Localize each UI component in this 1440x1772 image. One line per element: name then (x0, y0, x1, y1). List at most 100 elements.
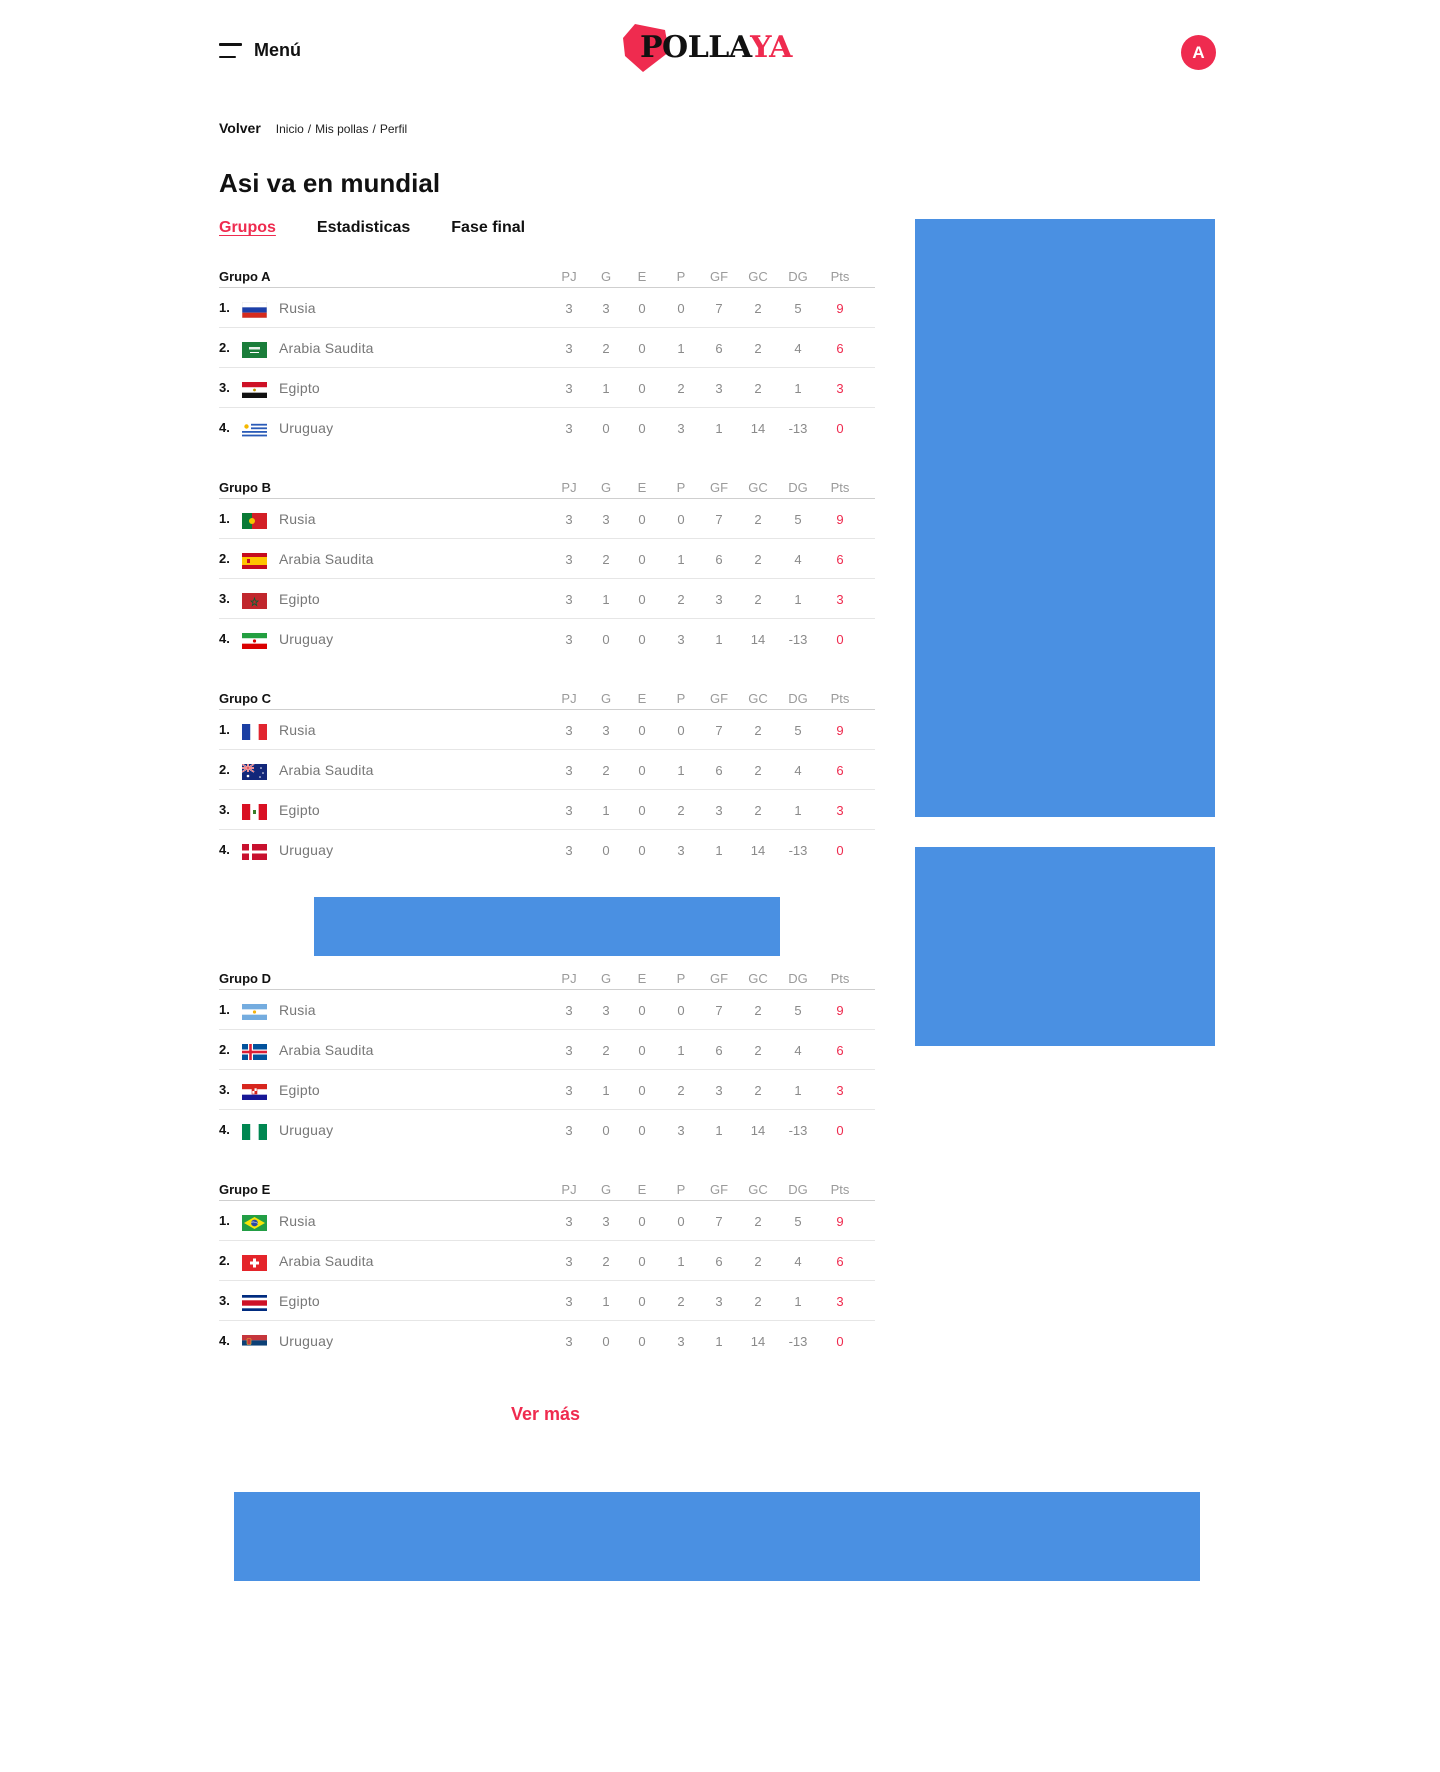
stat-dg: 4 (794, 341, 802, 356)
stat-pts: 0 (836, 1123, 844, 1138)
stat-gc: 2 (754, 301, 762, 316)
column-header-pts: Pts (830, 971, 850, 986)
stat-g: 2 (602, 552, 610, 567)
position-number: 1. (219, 511, 230, 526)
stat-gc: 2 (754, 1083, 762, 1098)
stat-e: 0 (638, 1083, 646, 1098)
table-row[interactable]: 3. Egipto 3 1 0 2 3 2 1 3 (219, 579, 875, 619)
user-avatar[interactable]: A (1181, 35, 1216, 70)
table-row[interactable]: 1. Rusia 3 3 0 0 7 2 5 9 (219, 1201, 875, 1241)
ad-banner-sidebar-bottom[interactable] (915, 847, 1215, 1046)
table-row[interactable]: 2. Arabia Saudita 3 2 0 1 6 2 4 6 (219, 1241, 875, 1281)
stat-g: 0 (602, 1123, 610, 1138)
breadcrumb-perfil[interactable]: Perfil (380, 122, 407, 136)
table-row[interactable]: 4. Uruguay 3 0 0 3 1 14 -13 0 (219, 619, 875, 659)
position-number: 4. (219, 1122, 230, 1137)
table-row[interactable]: 3. Egipto 3 1 0 2 3 2 1 3 (219, 1070, 875, 1110)
stat-pj: 3 (565, 723, 573, 738)
column-header-p: P (676, 480, 686, 495)
table-row[interactable]: 4. Uruguay 3 0 0 3 1 14 -13 0 (219, 1110, 875, 1150)
breadcrumb-mis-pollas[interactable]: Mis pollas (315, 122, 368, 136)
stat-pj: 3 (565, 1334, 573, 1349)
stat-gc: 2 (754, 1254, 762, 1269)
group-table: Grupo D PJ G E P GF GC DG Pts 1. Rusia 3 3 0 0 7 2 5 9 2. Ar… (219, 967, 875, 1150)
stat-dg: 4 (794, 1254, 802, 1269)
stat-g: 3 (602, 301, 610, 316)
team-name: Arabia Saudita (279, 340, 374, 356)
stat-pj: 3 (565, 1254, 573, 1269)
group-table: Grupo A PJ G E P GF GC DG Pts 1. Rusia 3 3 0 0 7 2 5 9 2. Ar… (219, 265, 875, 448)
table-row[interactable]: 4. Uruguay 3 0 0 3 1 14 -13 0 (219, 1321, 875, 1361)
tab-fase-final[interactable]: Fase final (451, 219, 525, 237)
france-flag-icon (242, 724, 267, 740)
logo-wordmark: POLLAYA (640, 32, 792, 64)
stat-e: 0 (638, 1334, 646, 1349)
table-row[interactable]: 3. Egipto 3 1 0 2 3 2 1 3 (219, 790, 875, 830)
back-link[interactable]: Volver (219, 120, 261, 136)
stat-dg: 1 (794, 1294, 802, 1309)
table-row[interactable]: 1. Rusia 3 3 0 0 7 2 5 9 (219, 499, 875, 539)
stat-gc: 2 (754, 1003, 762, 1018)
stat-pj: 3 (565, 1003, 573, 1018)
stat-e: 0 (638, 512, 646, 527)
stat-pj: 3 (565, 552, 573, 567)
stat-pj: 3 (565, 1294, 573, 1309)
stat-dg: 5 (794, 1003, 802, 1018)
team-name: Rusia (279, 722, 316, 738)
table-row[interactable]: 2. Arabia Saudita 3 2 0 1 6 2 4 6 (219, 1030, 875, 1070)
table-row[interactable]: 3. Egipto 3 1 0 2 3 2 1 3 (219, 1281, 875, 1321)
tab-grupos[interactable]: Grupos (219, 219, 276, 237)
stat-p: 0 (677, 723, 685, 738)
stat-dg: 1 (794, 592, 802, 607)
team-name: Rusia (279, 1002, 316, 1018)
menu-label: Menú (254, 40, 301, 60)
stat-e: 0 (638, 1043, 646, 1058)
table-row[interactable]: 2. Arabia Saudita 3 2 0 1 6 2 4 6 (219, 328, 875, 368)
table-row[interactable]: 1. Rusia 3 3 0 0 7 2 5 9 (219, 288, 875, 328)
stat-e: 0 (638, 1123, 646, 1138)
stat-gf: 6 (715, 763, 723, 778)
team-name: Uruguay (279, 1333, 334, 1349)
column-header-p: P (676, 269, 686, 284)
stat-dg: -13 (788, 843, 808, 858)
ad-banner-inline[interactable] (314, 897, 780, 956)
stat-pts: 3 (836, 592, 844, 607)
stat-e: 0 (638, 763, 646, 778)
table-row[interactable]: 4. Uruguay 3 0 0 3 1 14 -13 0 (219, 408, 875, 448)
ad-banner-footer[interactable] (234, 1492, 1200, 1581)
croatia-flag-icon (242, 1084, 267, 1100)
stat-g: 3 (602, 723, 610, 738)
menu-button[interactable]: Menú (219, 40, 301, 61)
column-header-gf: GF (709, 1182, 729, 1197)
column-header-gc: GC (748, 269, 768, 284)
table-row[interactable]: 1. Rusia 3 3 0 0 7 2 5 9 (219, 990, 875, 1030)
ver-mas-link[interactable]: Ver más (511, 1404, 580, 1425)
stat-pts: 9 (836, 512, 844, 527)
group-header: Grupo A PJ G E P GF GC DG Pts (219, 265, 875, 288)
stat-gc: 2 (754, 592, 762, 607)
column-header-gc: GC (748, 480, 768, 495)
stat-e: 0 (638, 381, 646, 396)
pollaya-logo[interactable]: POLLAYA (621, 22, 801, 74)
group-table: Grupo C PJ G E P GF GC DG Pts 1. Rusia 3 3 0 0 7 2 5 9 2. Ar… (219, 687, 875, 870)
group-table: Grupo E PJ G E P GF GC DG Pts 1. Rusia 3 3 0 0 7 2 5 9 2. Ar… (219, 1178, 875, 1361)
stat-e: 0 (638, 843, 646, 858)
tab-estadisticas[interactable]: Estadisticas (317, 219, 410, 237)
stat-gf: 1 (715, 1123, 723, 1138)
stat-p: 2 (677, 803, 685, 818)
stat-gf: 3 (715, 1294, 723, 1309)
column-header-e: E (637, 1182, 647, 1197)
table-row[interactable]: 2. Arabia Saudita 3 2 0 1 6 2 4 6 (219, 750, 875, 790)
stat-pts: 6 (836, 341, 844, 356)
column-header-p: P (676, 1182, 686, 1197)
table-row[interactable]: 2. Arabia Saudita 3 2 0 1 6 2 4 6 (219, 539, 875, 579)
ad-banner-sidebar-top[interactable] (915, 219, 1215, 817)
table-row[interactable]: 1. Rusia 3 3 0 0 7 2 5 9 (219, 710, 875, 750)
column-header-p: P (676, 971, 686, 986)
peru-flag-icon (242, 804, 267, 820)
table-row[interactable]: 4. Uruguay 3 0 0 3 1 14 -13 0 (219, 830, 875, 870)
breadcrumb-home[interactable]: Inicio (276, 122, 304, 136)
stat-gf: 3 (715, 1083, 723, 1098)
stat-g: 2 (602, 1254, 610, 1269)
table-row[interactable]: 3. Egipto 3 1 0 2 3 2 1 3 (219, 368, 875, 408)
